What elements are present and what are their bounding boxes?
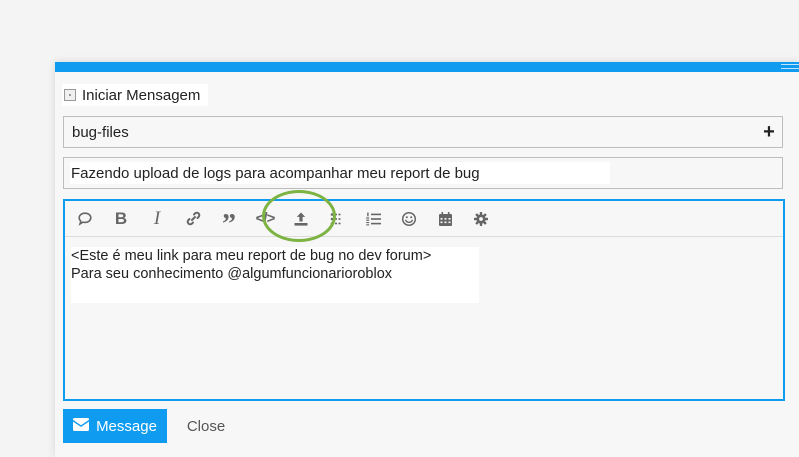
emoji-icon[interactable] xyxy=(391,205,427,233)
bold-icon[interactable]: B xyxy=(103,205,139,233)
envelope-icon xyxy=(73,417,90,435)
composer-top-bar[interactable] xyxy=(55,62,799,72)
calendar-icon[interactable] xyxy=(427,205,463,233)
composer-panel: Iniciar Mensagem bug-files + Fazendo upl… xyxy=(55,62,799,457)
title-value-box: Fazendo upload de logs para acompanhar m… xyxy=(70,162,610,184)
send-message-label: Message xyxy=(96,417,157,435)
upload-icon[interactable] xyxy=(283,205,319,233)
message-line: Para seu conhecimento @algumfuncionarior… xyxy=(71,266,393,282)
italic-icon[interactable]: I xyxy=(139,205,175,233)
message-editor[interactable]: B I ” </> <Este é meu link para meu repo… xyxy=(63,199,785,401)
message-body[interactable]: <Este é meu link para meu report de bug … xyxy=(71,247,479,303)
plus-icon[interactable]: + xyxy=(756,122,782,142)
code-icon[interactable]: </> xyxy=(247,205,283,233)
numbered-list-icon[interactable] xyxy=(355,205,391,233)
category-field[interactable]: bug-files + xyxy=(63,116,783,148)
blockquote-icon[interactable]: ” xyxy=(211,205,247,240)
composer-header: Iniciar Mensagem xyxy=(62,84,209,106)
resize-grip-icon[interactable] xyxy=(781,64,799,69)
category-value: bug-files xyxy=(72,123,129,141)
title-field[interactable]: Fazendo upload de logs para acompanhar m… xyxy=(63,157,783,189)
composer-toggle-icon[interactable] xyxy=(64,89,76,101)
editor-toolbar: B I ” </> xyxy=(65,201,783,240)
bullet-list-icon[interactable] xyxy=(319,205,355,233)
gear-icon[interactable] xyxy=(463,205,499,233)
composer-header-label: Iniciar Mensagem xyxy=(82,86,201,104)
link-icon[interactable] xyxy=(175,205,211,233)
quote-bubble-icon[interactable] xyxy=(67,205,103,233)
close-button[interactable]: Close xyxy=(176,409,236,443)
send-message-button[interactable]: Message xyxy=(63,409,167,443)
message-line: <Este é meu link para meu report de bug … xyxy=(71,248,432,264)
title-value: Fazendo upload de logs para acompanhar m… xyxy=(71,164,480,182)
